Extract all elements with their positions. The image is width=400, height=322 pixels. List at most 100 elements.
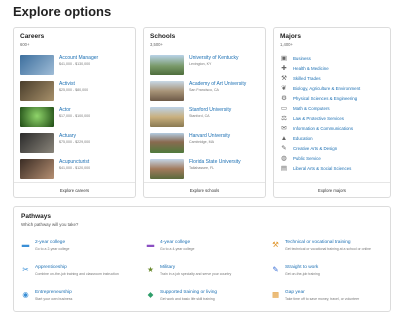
career-salary: $41,000 - $120,000 [59,166,91,170]
major-item[interactable]: ❦ Biology, Agriculture & Environment [280,85,388,94]
major-label[interactable]: Public Service [293,156,321,161]
career-title[interactable]: Actor [59,107,71,113]
explore-careers-link[interactable]: Explore careers [14,182,135,197]
career-thumbnail [20,133,54,153]
leaf-icon: ❦ [281,85,287,92]
college-4yr-icon: ▬ [146,240,155,249]
military-icon: ★ [147,265,154,274]
pathway-item[interactable]: ▬ 4-year college Go to a 4-year college [146,240,266,260]
careers-title: Careers [20,33,45,40]
major-item[interactable]: ⚖ Law & Protective Services [280,115,388,124]
school-title[interactable]: University of Kentucky [189,55,238,61]
career-salary: $41,000 - $130,000 [59,62,91,66]
schools-count: 3,500+ [150,42,163,47]
school-title[interactable]: Florida State University [189,159,241,165]
tools-icon: ⚒ [272,240,279,249]
palette-icon: ✎ [281,145,287,152]
major-item[interactable]: ▭ Math & Computers [280,105,388,114]
pathway-label[interactable]: Entrepreneurship [35,290,72,295]
career-thumbnail [20,55,54,75]
major-label[interactable]: Business [293,56,311,61]
stethoscope-icon: ✚ [281,65,287,72]
major-item[interactable]: ✉ Information & Communications [280,125,388,134]
school-thumbnail [150,133,184,153]
pathway-item[interactable]: ✂ Apprenticeship Combine on-the-job trai… [21,265,141,285]
pathways-title: Pathways [21,213,51,220]
pathway-item[interactable]: ⚒ Technical or vocational training Get t… [271,240,391,260]
major-item[interactable]: ▤ Liberal Arts & Social Sciences [280,165,388,174]
career-thumbnail [20,107,54,127]
pathway-item[interactable]: ✎ Straight to work Get on-the-job traini… [271,265,391,285]
pathway-description: Start your own business [35,296,73,301]
major-label[interactable]: Law & Protective Services [293,116,344,121]
calendar-icon: ▦ [271,290,280,299]
career-title[interactable]: Acupuncturist [59,159,89,165]
school-thumbnail [150,107,184,127]
career-item[interactable]: Acupuncturist $41,000 - $120,000 [20,159,130,179]
career-item[interactable]: Activist $25,000 - $80,000 [20,81,130,101]
major-label[interactable]: Math & Computers [293,106,330,111]
pathway-description: Combine on-the-job training and classroo… [35,271,119,276]
pathway-label[interactable]: Supported training or living [160,290,217,295]
pathway-label[interactable]: Military [160,265,175,270]
pathway-label[interactable]: Apprenticeship [35,265,67,270]
major-label[interactable]: Liberal Arts & Social Sciences [293,166,351,171]
school-item[interactable]: Harvard University Cambridge, MA [150,133,260,153]
majors-count: 1,400+ [280,42,293,47]
career-salary: $17,000 - $100,000 [59,114,91,118]
graduation-cap-icon: ▲ [280,135,288,142]
major-label[interactable]: Skilled Trades [293,76,321,81]
school-item[interactable]: Academy of Art University San Francisco,… [150,81,260,101]
pathway-item[interactable]: ◆ Supported training or living Get work … [146,290,266,310]
major-item[interactable]: ▣ Business [280,55,388,64]
majors-card: Majors 1,400+ ▣ Business ✚ Health & Medi… [273,27,391,198]
pathway-item[interactable]: ◉ Entrepreneurship Start your own busine… [21,290,141,310]
pathway-item[interactable]: ▬ 2-year college Go to a 2-year college [21,240,141,260]
major-item[interactable]: ⚙ Physical Sciences & Engineering [280,95,388,104]
school-title[interactable]: Harvard University [189,133,230,139]
support-icon: ◆ [147,290,154,299]
career-title[interactable]: Activist [59,81,75,87]
gear-icon: ⚙ [281,95,287,102]
career-title[interactable]: Actuary [59,133,76,139]
globe-icon: ◍ [281,155,287,162]
pathway-description: Go to a 4-year college [160,246,195,251]
career-item[interactable]: Actor $17,000 - $100,000 [20,107,130,127]
major-item[interactable]: ▲ Education [280,135,388,144]
pathway-item[interactable]: ★ Military Train in a job specialty and … [146,265,266,285]
pathway-item[interactable]: ▦ Gap year Take time off to save money, … [271,290,391,310]
major-item[interactable]: ◍ Public Service [280,155,388,164]
major-label[interactable]: Health & Medicine [293,66,329,71]
pathway-description: Go to a 2-year college [35,246,70,251]
school-title[interactable]: Academy of Art University [189,81,246,87]
careers-card: Careers 600+ Account Manager $41,000 - $… [13,27,136,198]
major-label[interactable]: Creative Arts & Design [293,146,337,151]
major-label[interactable]: Physical Sciences & Engineering [293,96,357,101]
briefcase-icon: ▣ [280,55,288,62]
pathway-label[interactable]: Gap year [285,290,305,295]
pathway-label[interactable]: 4-year college [160,240,190,245]
explore-majors-link[interactable]: Explore majors [274,182,390,197]
major-label[interactable]: Education [293,136,313,141]
major-label[interactable]: Biology, Agriculture & Environment [293,86,360,91]
school-location: Stanford, CA [189,114,210,118]
school-item[interactable]: University of Kentucky Lexington, KY [150,55,260,75]
school-item[interactable]: Stanford University Stanford, CA [150,107,260,127]
explore-schools-link[interactable]: Explore schools [144,182,265,197]
pathway-label[interactable]: Straight to work [285,265,318,270]
college-2yr-icon: ▬ [21,240,30,249]
major-label[interactable]: Information & Communications [293,126,353,131]
career-item[interactable]: Actuary $75,000 - $229,000 [20,133,130,153]
pen-icon: ✎ [272,265,279,274]
major-item[interactable]: ✚ Health & Medicine [280,65,388,74]
pathway-description: Get work and basic life skill training [160,296,215,301]
major-item[interactable]: ✎ Creative Arts & Design [280,145,388,154]
pathway-label[interactable]: 2-year college [35,240,65,245]
pathway-label[interactable]: Technical or vocational training [285,240,351,245]
pathway-description: Get technical or vocational training at … [285,246,371,251]
career-title[interactable]: Account Manager [59,55,98,61]
school-title[interactable]: Stanford University [189,107,231,113]
career-item[interactable]: Account Manager $41,000 - $130,000 [20,55,130,75]
major-item[interactable]: ⚒ Skilled Trades [280,75,388,84]
school-item[interactable]: Florida State University Tallahassee, FL [150,159,260,179]
